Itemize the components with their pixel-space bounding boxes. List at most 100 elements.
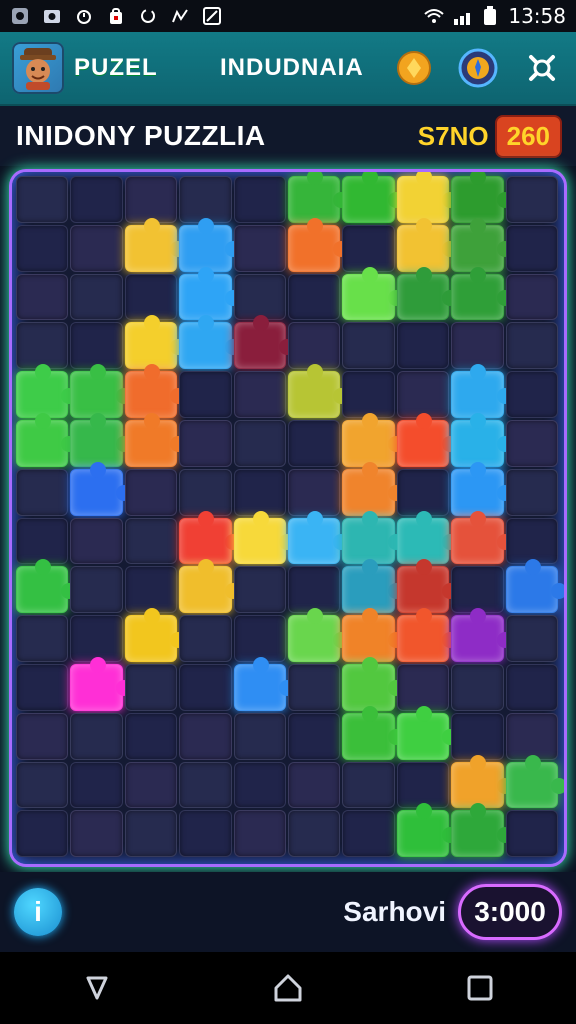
puzzle-piece[interactable] <box>342 266 404 321</box>
puzzle-piece[interactable] <box>233 315 295 370</box>
puzzle-piece[interactable] <box>451 461 513 516</box>
puzzle-piece[interactable] <box>451 803 513 858</box>
puzzle-piece[interactable] <box>70 517 123 565</box>
puzzle-piece[interactable] <box>288 468 341 516</box>
puzzle-piece[interactable] <box>124 364 187 418</box>
puzzle-piece[interactable] <box>396 413 459 467</box>
puzzle-piece[interactable] <box>396 468 450 516</box>
puzzle-piece[interactable] <box>342 810 395 858</box>
puzzle-piece[interactable] <box>124 712 178 760</box>
puzzle-piece[interactable] <box>233 712 286 760</box>
puzzle-piece[interactable] <box>16 468 69 516</box>
puzzle-piece[interactable] <box>70 615 123 662</box>
puzzle-piece[interactable] <box>505 559 564 614</box>
puzzle-piece[interactable] <box>288 364 350 418</box>
puzzle-piece[interactable] <box>396 371 450 418</box>
puzzle-piece[interactable] <box>451 217 513 272</box>
puzzle-piece[interactable] <box>179 559 241 614</box>
puzzle-piece[interactable] <box>16 364 78 418</box>
puzzle-piece[interactable] <box>342 608 404 662</box>
puzzle-piece[interactable] <box>505 810 558 858</box>
puzzle-piece[interactable] <box>505 371 558 418</box>
puzzle-piece[interactable] <box>179 712 232 760</box>
puzzle-piece[interactable] <box>179 810 232 858</box>
puzzle-piece[interactable] <box>451 413 513 467</box>
puzzle-piece[interactable] <box>16 176 69 223</box>
puzzle-piece[interactable] <box>505 224 558 272</box>
puzzle-board[interactable] <box>12 172 564 864</box>
puzzle-piece[interactable] <box>288 566 341 614</box>
puzzle-piece[interactable] <box>16 322 69 370</box>
puzzle-piece[interactable] <box>179 510 241 565</box>
puzzle-piece[interactable] <box>288 420 341 467</box>
puzzle-piece[interactable] <box>451 266 513 321</box>
puzzle-piece[interactable] <box>70 322 123 370</box>
puzzle-piece[interactable] <box>233 420 286 467</box>
puzzle-piece[interactable] <box>342 413 404 467</box>
puzzle-piece[interactable] <box>179 468 232 516</box>
hint-button[interactable]: i <box>14 888 62 936</box>
puzzle-piece[interactable] <box>342 510 404 565</box>
puzzle-piece[interactable] <box>342 172 404 223</box>
achievements-button[interactable] <box>456 46 500 90</box>
puzzle-grid[interactable] <box>16 172 564 860</box>
puzzle-piece[interactable] <box>396 608 459 662</box>
puzzle-piece[interactable] <box>505 273 558 321</box>
puzzle-piece[interactable] <box>505 176 558 223</box>
puzzle-piece[interactable] <box>16 664 69 711</box>
puzzle-piece[interactable] <box>124 566 178 614</box>
puzzle-piece[interactable] <box>451 510 513 565</box>
puzzle-piece[interactable] <box>179 615 232 662</box>
puzzle-piece[interactable] <box>342 705 404 760</box>
puzzle-piece[interactable] <box>179 371 232 418</box>
puzzle-piece[interactable] <box>70 712 123 760</box>
puzzle-piece[interactable] <box>396 217 459 272</box>
puzzle-piece[interactable] <box>124 517 178 565</box>
puzzle-piece[interactable] <box>233 615 286 662</box>
puzzle-piece[interactable] <box>233 273 286 321</box>
puzzle-piece[interactable] <box>179 176 232 223</box>
puzzle-piece[interactable] <box>342 224 395 272</box>
puzzle-piece[interactable] <box>342 371 395 418</box>
puzzle-piece[interactable] <box>396 761 450 809</box>
puzzle-piece[interactable] <box>451 712 504 760</box>
puzzle-piece[interactable] <box>342 761 395 809</box>
puzzle-piece[interactable] <box>124 176 178 223</box>
puzzle-piece[interactable] <box>16 413 78 467</box>
puzzle-piece[interactable] <box>505 664 558 711</box>
nav-home-button[interactable] <box>264 964 312 1012</box>
puzzle-piece[interactable] <box>16 559 78 614</box>
puzzle-piece[interactable] <box>124 413 187 467</box>
puzzle-piece[interactable] <box>124 468 178 516</box>
puzzle-piece[interactable] <box>342 657 404 711</box>
puzzle-piece[interactable] <box>233 176 286 223</box>
puzzle-piece[interactable] <box>179 664 232 711</box>
puzzle-piece[interactable] <box>451 364 513 418</box>
puzzle-piece[interactable] <box>124 273 178 321</box>
puzzle-piece[interactable] <box>451 664 504 711</box>
puzzle-piece[interactable] <box>233 761 286 809</box>
puzzle-piece[interactable] <box>505 468 558 516</box>
coins-button[interactable] <box>392 46 436 90</box>
puzzle-piece[interactable] <box>396 510 459 565</box>
puzzle-piece[interactable] <box>16 517 69 565</box>
puzzle-piece[interactable] <box>288 172 350 223</box>
puzzle-piece[interactable] <box>288 217 350 272</box>
puzzle-piece[interactable] <box>233 224 286 272</box>
puzzle-piece[interactable] <box>233 510 295 565</box>
puzzle-piece[interactable] <box>16 761 69 809</box>
puzzle-piece[interactable] <box>70 461 132 516</box>
puzzle-piece[interactable] <box>124 608 187 662</box>
nav-back-button[interactable] <box>72 964 120 1012</box>
puzzle-piece[interactable] <box>342 559 404 614</box>
puzzle-piece[interactable] <box>124 315 187 370</box>
puzzle-piece[interactable] <box>288 510 350 565</box>
puzzle-piece[interactable] <box>70 364 132 418</box>
puzzle-piece[interactable] <box>233 657 295 711</box>
puzzle-piece[interactable] <box>233 468 286 516</box>
puzzle-piece[interactable] <box>70 224 123 272</box>
puzzle-piece[interactable] <box>70 657 132 711</box>
puzzle-piece[interactable] <box>233 810 286 858</box>
puzzle-piece[interactable] <box>396 172 459 223</box>
puzzle-piece[interactable] <box>70 413 132 467</box>
